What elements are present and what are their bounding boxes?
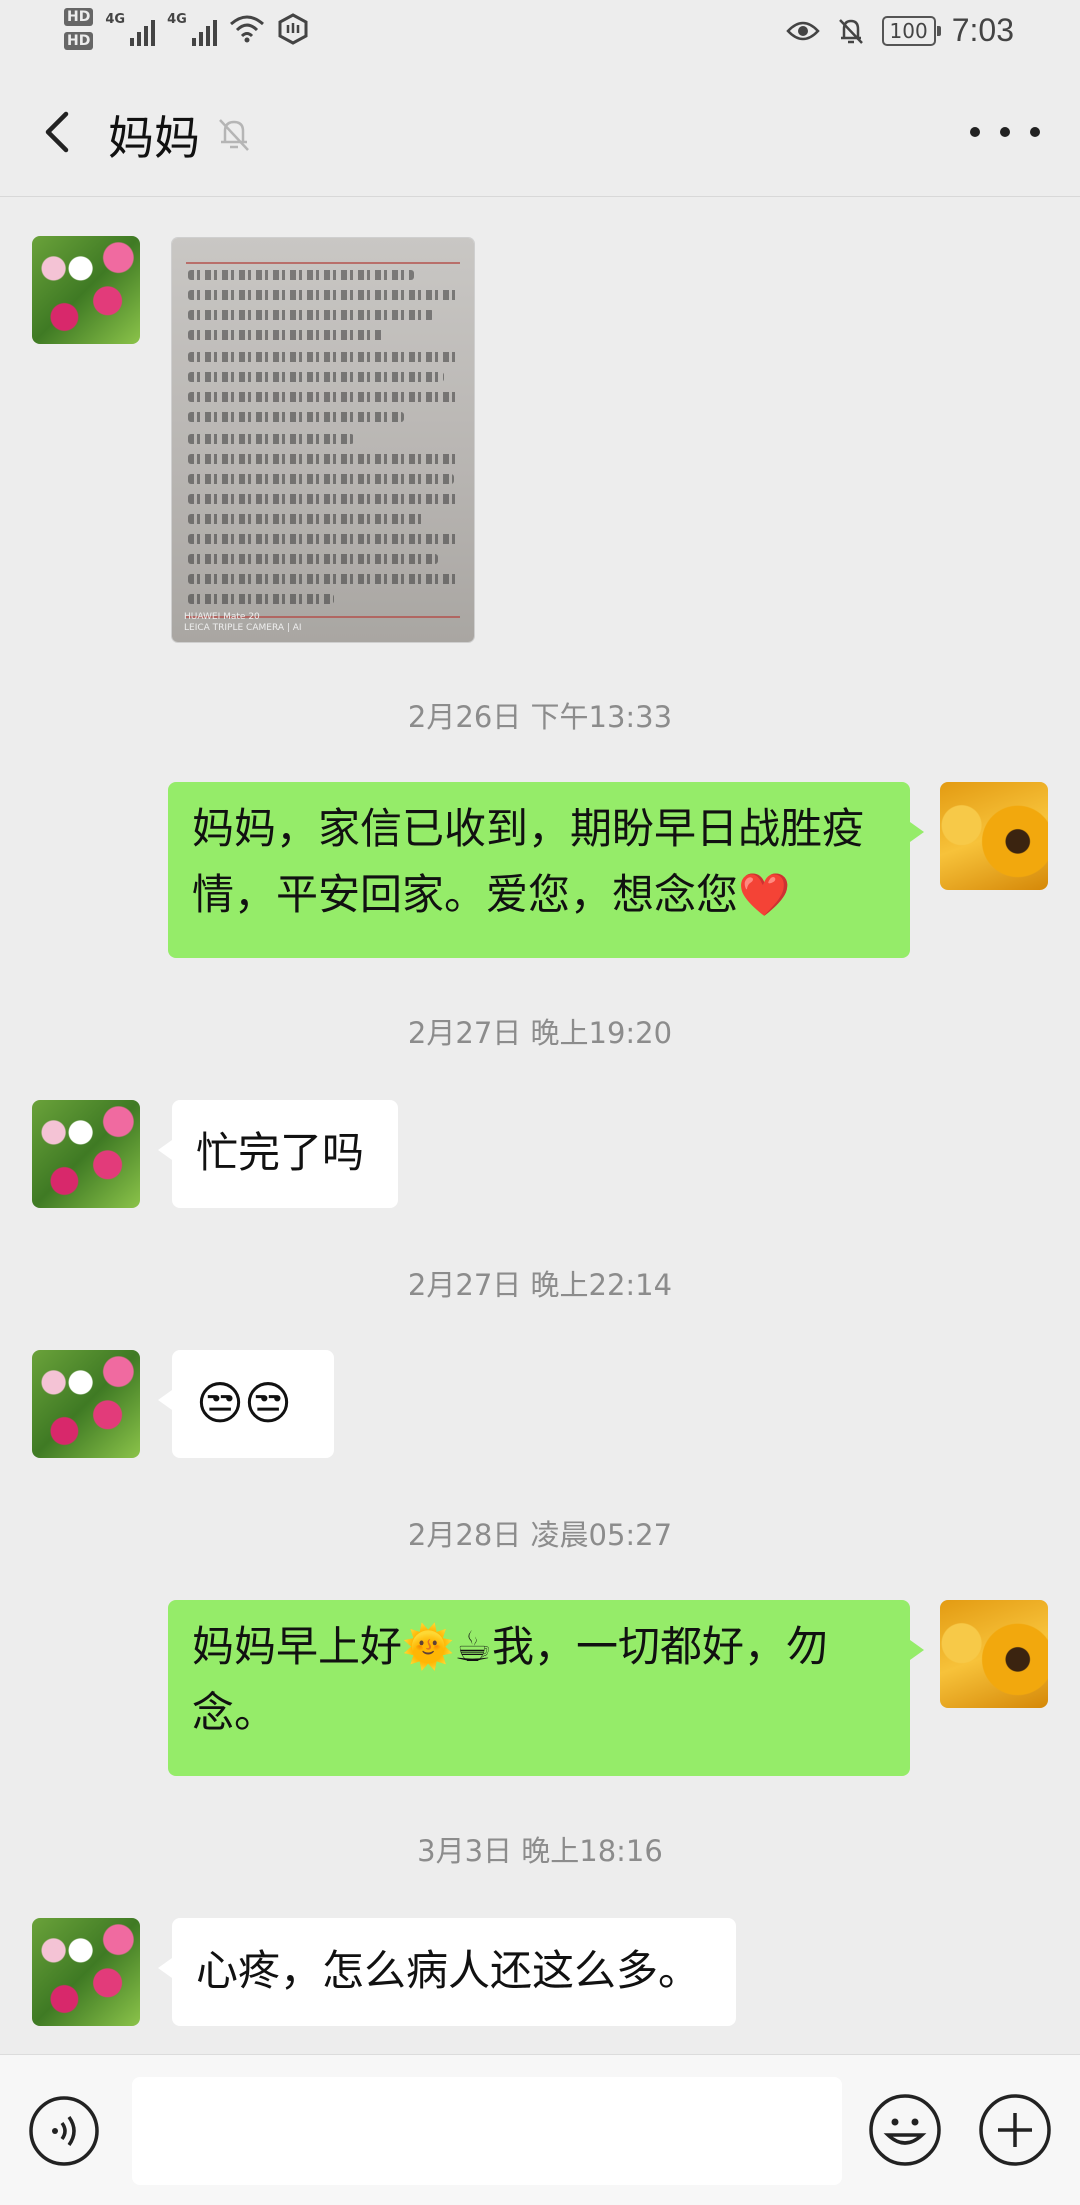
- timestamp: 2月26日 下午13:33: [407, 700, 673, 734]
- status-time: 7:03: [951, 12, 1014, 48]
- chat-title[interactable]: 妈妈: [108, 102, 200, 168]
- message-bubble-other[interactable]: 忙完了吗: [158, 1100, 398, 1208]
- wifi-icon: [229, 15, 264, 43]
- more-dots-icon[interactable]: [970, 112, 1040, 152]
- battery-indicator: 100: [881, 15, 941, 46]
- chevron-left-icon[interactable]: [30, 102, 90, 162]
- signal-icon-2: 4G: [167, 12, 217, 46]
- camera-watermark: HUAWEI Mate 20 LEICA TRIPLE CAMERA | AI: [184, 612, 302, 633]
- avatar-mom[interactable]: [32, 1918, 140, 2026]
- timestamp: 2月28日 凌晨05:27: [407, 1518, 673, 1552]
- input-bar: [0, 2054, 1080, 2205]
- status-left: HD HD 4G 4G: [64, 8, 309, 50]
- bell-off-icon: [219, 119, 249, 151]
- message-bubble-self[interactable]: 妈妈早上好🌞☕我，一切都好，勿念。: [168, 1600, 924, 1776]
- timestamp: 3月3日 晚上18:16: [417, 1834, 663, 1868]
- status-bar: HD HD 4G 4G 100 7:03: [0, 0, 1080, 66]
- avatar-mom[interactable]: [32, 1100, 140, 1208]
- network-type-2: 4G: [167, 12, 187, 27]
- avatar-mom[interactable]: [32, 1350, 140, 1458]
- timestamp: 2月27日 晚上22:14: [407, 1268, 673, 1302]
- eye-icon: [785, 21, 820, 40]
- message-input[interactable]: [132, 2077, 842, 2185]
- voice-icon[interactable]: [28, 2095, 100, 2167]
- letter-photo[interactable]: HUAWEI Mate 20 LEICA TRIPLE CAMERA | AI: [172, 238, 474, 642]
- message-bubble-self[interactable]: 妈妈，家信已收到，期盼早日战胜疫情，平安回家。爱您，想念您❤️: [168, 782, 924, 958]
- plus-circle-icon[interactable]: [978, 2093, 1052, 2167]
- chat-header: 妈妈: [0, 66, 1080, 197]
- silent-bell-icon: [838, 18, 863, 44]
- signal-icon-1: 4G: [105, 12, 156, 46]
- message-bubble-other[interactable]: 😒😒: [158, 1350, 334, 1458]
- timestamp: 2月27日 晚上19:20: [407, 1016, 673, 1050]
- nfc-icon: [278, 13, 308, 45]
- network-type-1: 4G: [105, 12, 126, 27]
- avatar-me[interactable]: [940, 1600, 1048, 1708]
- avatar-me[interactable]: [940, 782, 1048, 890]
- hd-badge-1: HD: [64, 8, 94, 26]
- message-bubble-other[interactable]: 心疼，怎么病人还这么多。: [158, 1918, 736, 2026]
- smiley-icon[interactable]: [868, 2093, 942, 2167]
- avatar-mom[interactable]: [32, 236, 140, 344]
- hd-indicators: HD HD: [64, 8, 94, 50]
- status-right: 100 7:03: [785, 12, 1014, 49]
- hd-badge-2: HD: [64, 32, 94, 50]
